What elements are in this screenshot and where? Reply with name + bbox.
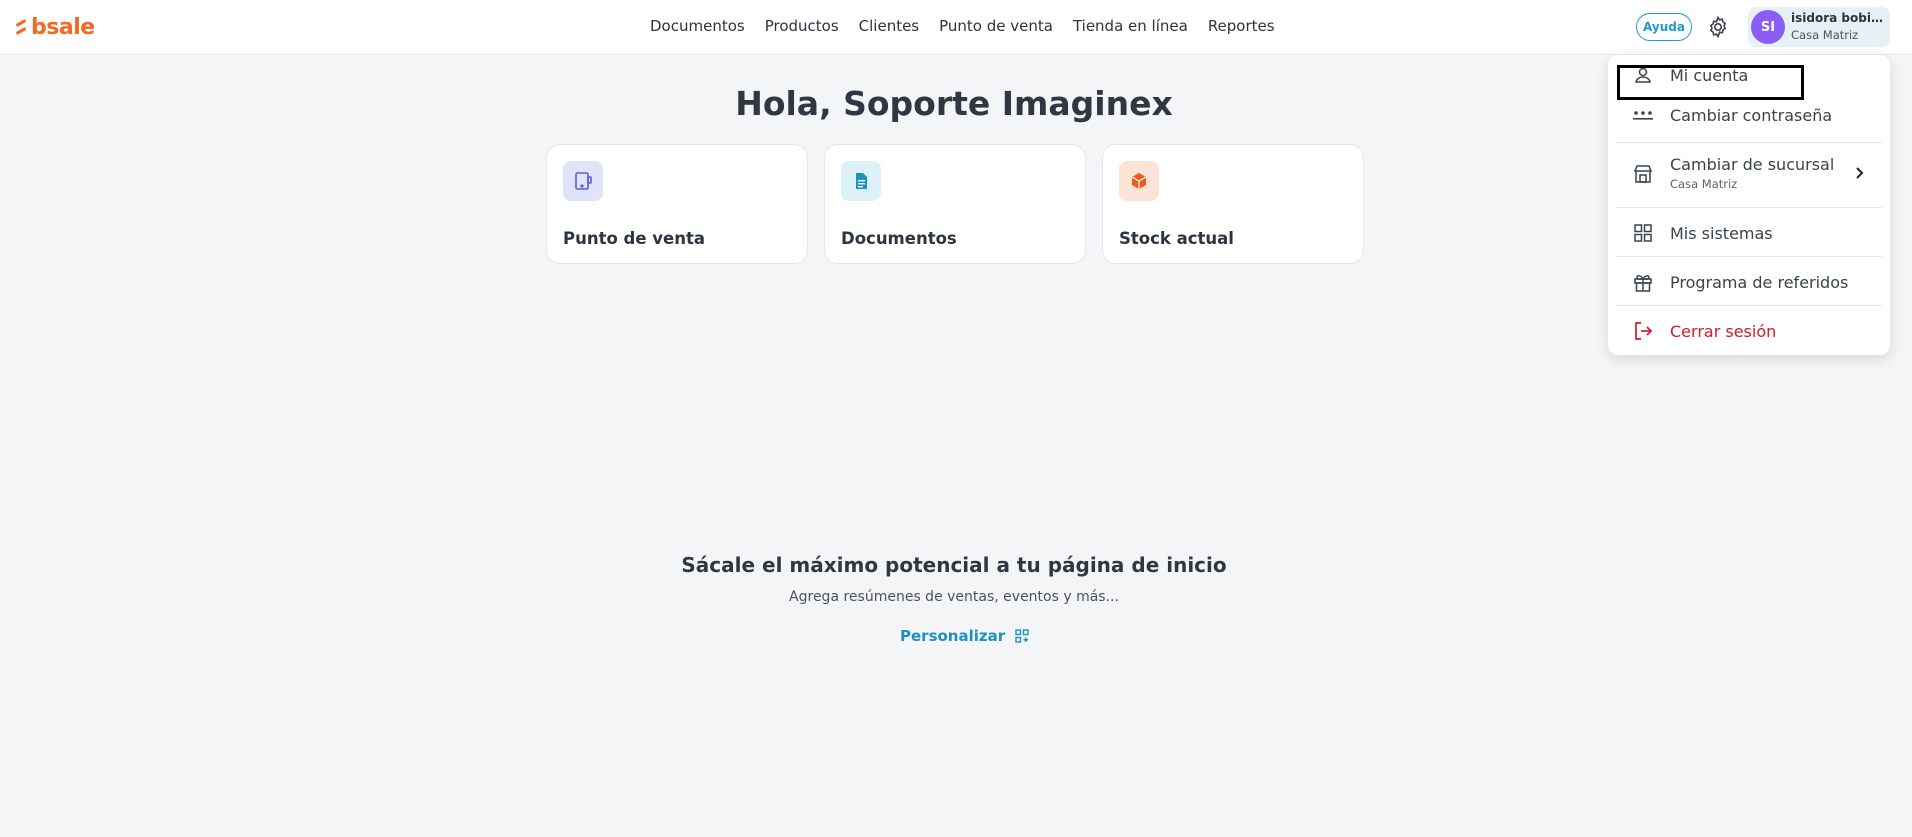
- box-icon: [1119, 161, 1159, 201]
- shortcut-card-punto-de-venta[interactable]: Punto de venta: [546, 144, 808, 264]
- brand-name: bsale: [31, 14, 95, 40]
- menu-divider: [1616, 207, 1882, 208]
- shortcut-card-documentos[interactable]: Documentos: [824, 144, 1086, 264]
- menu-item-label: Cerrar sesión: [1670, 321, 1777, 341]
- shortcut-card-stock-actual[interactable]: Stock actual: [1102, 144, 1364, 264]
- chevron-right-icon: [1856, 167, 1864, 179]
- nav-item-punto-de-venta[interactable]: Punto de venta: [939, 17, 1053, 35]
- menu-item-label: Programa de referidos: [1670, 272, 1849, 292]
- menu-divider: [1616, 256, 1882, 257]
- customize-grid-icon: [1015, 629, 1029, 643]
- tablet-pos-icon: [563, 161, 603, 201]
- nav-item-clientes[interactable]: Clientes: [859, 17, 919, 35]
- nav-item-reportes[interactable]: Reportes: [1208, 17, 1275, 35]
- gear-icon[interactable]: [1706, 15, 1730, 39]
- logout-icon: [1635, 322, 1653, 340]
- bsale-logo[interactable]: bsale: [14, 14, 95, 40]
- store-icon: [1633, 165, 1653, 183]
- promo-title: Sácale el máximo potencial a tu página d…: [681, 553, 1227, 577]
- menu-item-programa-de-referidos[interactable]: Programa de referidos: [1616, 266, 1882, 298]
- user-menu-trigger[interactable]: SI isidora bobilli... Casa Matriz: [1748, 7, 1890, 47]
- nav-item-productos[interactable]: Productos: [765, 17, 839, 35]
- card-label: Documentos: [841, 229, 957, 248]
- menu-item-mis-sistemas[interactable]: Mis sistemas: [1616, 217, 1882, 249]
- card-label: Punto de venta: [563, 229, 706, 248]
- bsale-logo-icon: [16, 19, 26, 35]
- menu-item-label: Mis sistemas: [1670, 223, 1773, 243]
- menu-item-cambiar-de-sucursal[interactable]: Cambiar de sucursal Casa Matriz: [1616, 149, 1882, 199]
- menu-item-label: Cambiar contraseña: [1670, 105, 1833, 125]
- menu-item-cerrar-sesion[interactable]: Cerrar sesión: [1616, 315, 1882, 347]
- user-name: isidora bobilli...: [1791, 11, 1887, 25]
- menu-divider: [1616, 142, 1882, 143]
- document-icon: [841, 161, 881, 201]
- card-label: Stock actual: [1119, 229, 1234, 248]
- menu-item-cambiar-contrasena[interactable]: Cambiar contraseña: [1616, 99, 1882, 131]
- focus-highlight-box: [1617, 65, 1804, 100]
- nav-item-tienda-en-linea[interactable]: Tienda en línea: [1073, 17, 1188, 35]
- grid-icon: [1634, 224, 1652, 242]
- promo-subtitle: Agrega resúmenes de ventas, eventos y má…: [789, 589, 1119, 605]
- menu-item-label: Cambiar de sucursal: [1670, 155, 1835, 174]
- top-navbar: bsale Documentos Productos Clientes Punt…: [0, 0, 1912, 55]
- user-dropdown-menu: Mi cuenta Cambiar contraseña Cambiar de …: [1608, 55, 1890, 355]
- personalize-label: Personalizar: [900, 627, 1006, 645]
- menu-divider: [1616, 305, 1882, 306]
- nav-item-documentos[interactable]: Documentos: [650, 17, 745, 35]
- user-branch: Casa Matriz: [1791, 28, 1859, 42]
- gift-icon: [1634, 275, 1652, 292]
- avatar: SI: [1751, 10, 1785, 44]
- help-button[interactable]: Ayuda: [1636, 13, 1692, 41]
- password-dots-icon: [1633, 111, 1653, 120]
- menu-item-sublabel: Casa Matriz: [1670, 177, 1738, 191]
- personalize-button[interactable]: Personalizar: [900, 627, 1029, 645]
- main-nav: Documentos Productos Clientes Punto de v…: [650, 17, 1275, 35]
